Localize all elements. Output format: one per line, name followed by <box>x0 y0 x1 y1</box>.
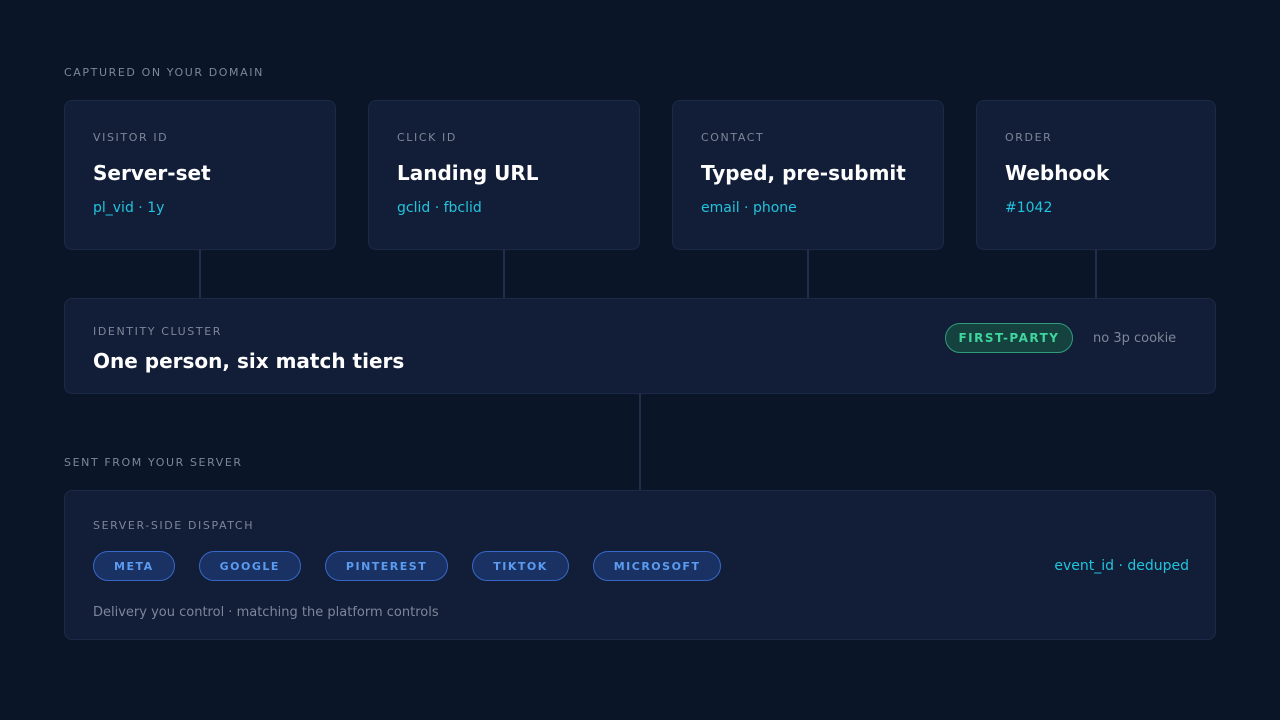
identity-cluster-card: IDENTITY CLUSTER One person, six match t… <box>64 298 1216 394</box>
source-card-detail: #1042 <box>1005 200 1053 216</box>
source-card-title: Typed, pre-submit <box>701 161 906 185</box>
source-card-detail: pl_vid · 1y <box>93 200 165 216</box>
platform-list: META GOOGLE PINTEREST TIKTOK MICROSOFT <box>93 551 722 581</box>
platform-pill-pinterest: PINTEREST <box>324 551 449 581</box>
connector-line <box>639 394 641 490</box>
source-card-label: ORDER <box>1005 131 1053 144</box>
identity-cluster-title: One person, six match tiers <box>93 349 405 373</box>
third-party-cookie-note: no 3p cookie <box>1093 331 1177 346</box>
platform-pill-google: GOOGLE <box>198 551 301 581</box>
captured-section-label: CAPTURED ON YOUR DOMAIN <box>64 66 264 79</box>
sent-section-label: SENT FROM YOUR SERVER <box>64 456 243 469</box>
connector-line <box>1095 250 1097 298</box>
server-side-dispatch-card: SERVER-SIDE DISPATCH META GOOGLE PINTERE… <box>64 490 1216 640</box>
source-card-title: Landing URL <box>397 161 539 185</box>
source-card-detail: email · phone <box>701 200 797 216</box>
source-card-detail: gclid · fbclid <box>397 200 482 216</box>
source-card-title: Server-set <box>93 161 211 185</box>
source-card-label: VISITOR ID <box>93 131 169 144</box>
connector-line <box>199 250 201 298</box>
source-card-title: Webhook <box>1005 161 1110 185</box>
source-card-contact: CONTACT Typed, pre-submit email · phone <box>672 100 944 250</box>
identity-cluster-label: IDENTITY CLUSTER <box>93 325 222 338</box>
event-dedupe-note: event_id · deduped <box>1054 558 1189 574</box>
source-card-visitor-id: VISITOR ID Server-set pl_vid · 1y <box>64 100 336 250</box>
platform-pill-tiktok: TIKTOK <box>472 551 569 581</box>
dispatch-footer-text: Delivery you control · matching the plat… <box>93 605 439 620</box>
source-card-order: ORDER Webhook #1042 <box>976 100 1216 250</box>
platform-pill-microsoft: MICROSOFT <box>592 551 722 581</box>
platform-pill-meta: META <box>93 551 175 581</box>
first-party-badge: FIRST-PARTY <box>945 323 1073 353</box>
source-card-label: CONTACT <box>701 131 765 144</box>
connector-line <box>807 250 809 298</box>
dispatch-label: SERVER-SIDE DISPATCH <box>93 519 255 532</box>
connector-line <box>503 250 505 298</box>
source-card-label: CLICK ID <box>397 131 457 144</box>
source-card-click-id: CLICK ID Landing URL gclid · fbclid <box>368 100 640 250</box>
